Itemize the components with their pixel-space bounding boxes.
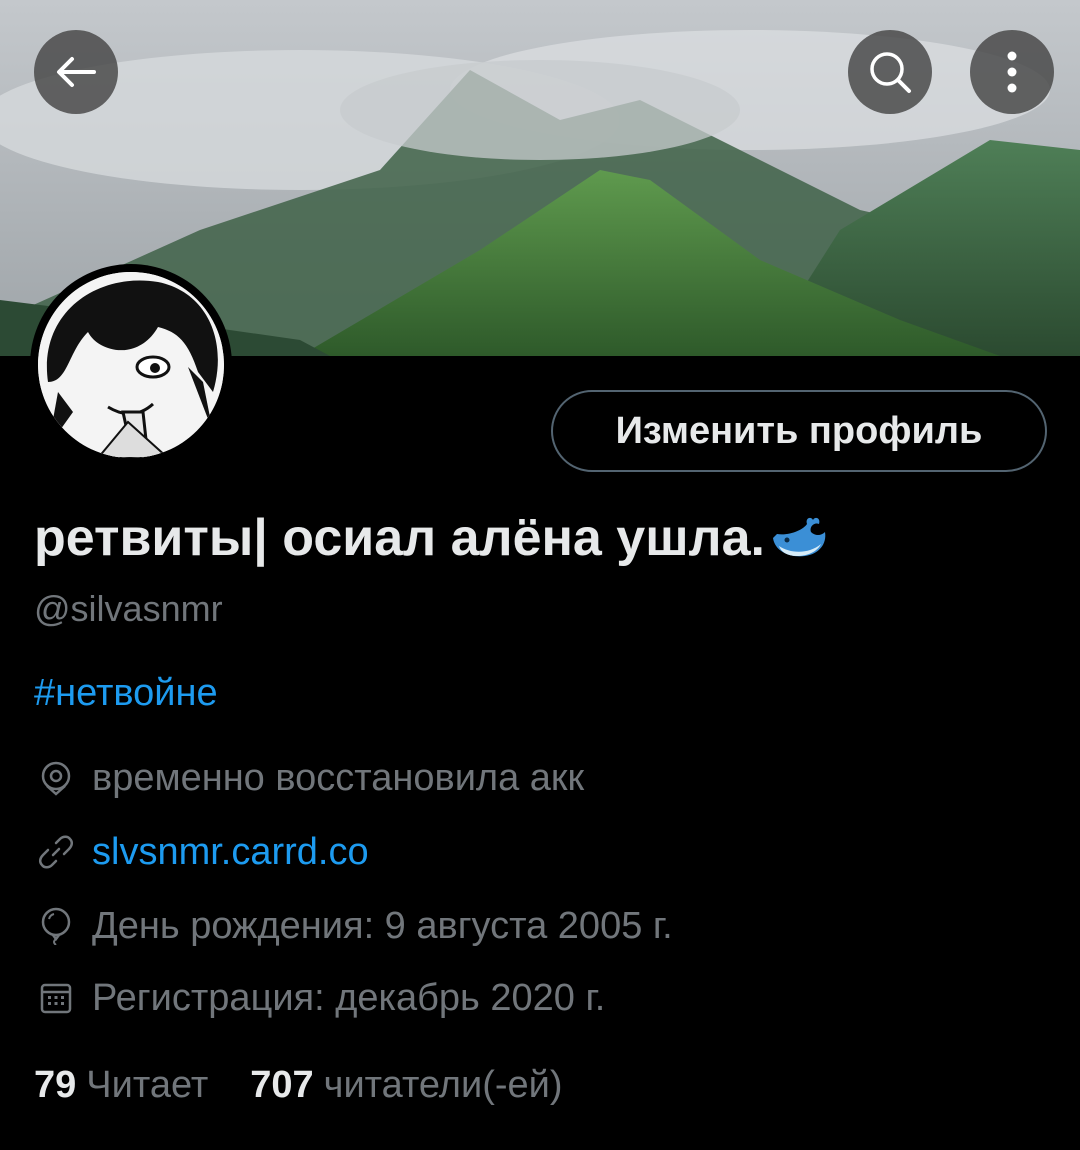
more-options-button[interactable] [970, 30, 1054, 114]
followers-label: читатели(-ей) [323, 1064, 563, 1106]
balloon-icon [34, 904, 78, 948]
display-name-text: ретвиты| осиал алёна ушла. [34, 509, 765, 567]
calendar-icon [34, 976, 78, 1020]
following-label: Читает [86, 1064, 209, 1106]
link-icon [34, 830, 78, 874]
following-count: 79 [34, 1064, 77, 1106]
avatar-image [38, 272, 224, 458]
followers-count: 707 [250, 1064, 314, 1106]
profile-bio-hashtag[interactable]: #нетвойне [34, 672, 218, 715]
back-button[interactable] [34, 30, 118, 114]
whale-emoji-icon [769, 516, 831, 560]
following-stat[interactable]: 79 Читает [34, 1064, 208, 1107]
birthday-text: День рождения: 9 августа 2005 г. [92, 904, 673, 947]
edit-profile-button[interactable]: Изменить профиль [551, 390, 1047, 472]
profile-stats: 79 Читает 707 читатели(-ей) [34, 1064, 605, 1107]
profile-display-name: ретвиты| осиал алёна ушла. [34, 508, 831, 568]
location-pin-icon [34, 756, 78, 800]
search-button[interactable] [848, 30, 932, 114]
join-date-text: Регистрация: декабрь 2020 г. [92, 976, 606, 1019]
arrow-left-icon [57, 57, 96, 87]
profile-birthday: День рождения: 9 августа 2005 г. [34, 904, 673, 948]
profile-handle: @silvasnmr [34, 588, 223, 629]
location-text: временно восстановила акк [92, 756, 585, 799]
profile-join-date: Регистрация: декабрь 2020 г. [34, 976, 605, 1020]
website-link[interactable]: slvsnmr.carrd.co [92, 831, 369, 874]
followers-stat[interactable]: 707 читатели(-ей) [250, 1064, 562, 1107]
profile-location: временно восстановила акк [34, 756, 584, 800]
profile-website: slvsnmr.carrd.co [34, 830, 369, 874]
more-vertical-icon [1007, 51, 1017, 93]
search-icon [870, 52, 911, 93]
avatar[interactable] [30, 264, 232, 466]
